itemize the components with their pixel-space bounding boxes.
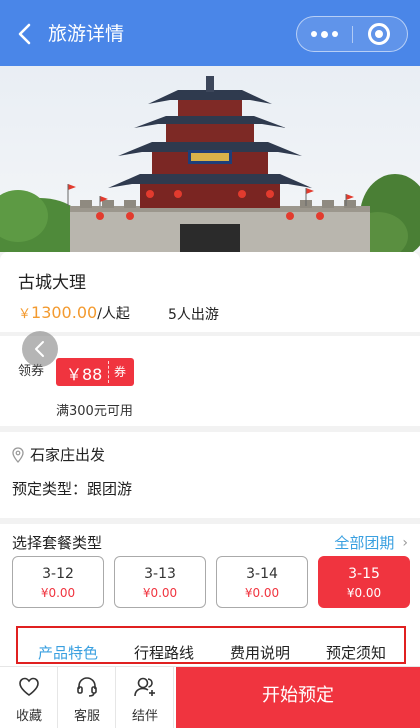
package-date: 3-15 — [348, 566, 380, 582]
price-unit: /人起 — [97, 306, 130, 322]
coupon-ticket[interactable]: ￥88 券 — [56, 358, 134, 386]
favorite-label: 收藏 — [15, 709, 42, 724]
coupon-condition: 满300元可用 — [56, 404, 133, 419]
top-navigation-bar: 旅游详情 — [0, 0, 420, 66]
capsule-close-icon[interactable] — [368, 23, 390, 45]
package-title: 选择套餐类型 — [12, 534, 103, 552]
back-arrow-icon[interactable] — [14, 20, 38, 48]
package-price: ¥0.00 — [244, 586, 280, 600]
companion-button[interactable]: 结伴 — [116, 667, 174, 728]
price-value: 1300.00 — [31, 303, 98, 322]
favorite-button[interactable]: 收藏 — [0, 667, 58, 728]
coupon-section: 领券 ￥88 券 满300元可用 — [0, 336, 420, 426]
start-booking-button[interactable]: 开始预定 — [176, 667, 420, 728]
package-date: 3-13 — [144, 566, 176, 582]
coupon-separator — [108, 361, 109, 383]
all-dates-link[interactable]: 全部团期 › — [334, 532, 408, 553]
package-option-3-12[interactable]: 3-12 ¥0.00 — [12, 556, 104, 608]
tab-itinerary[interactable]: 行程路线 — [134, 642, 194, 663]
product-name: 古城大理 — [18, 273, 86, 293]
bottom-action-bar: 收藏 客服 结伴 开始预定 — [0, 666, 420, 728]
chevron-right-icon: › — [402, 534, 408, 551]
package-option-3-13[interactable]: 3-13 ¥0.00 — [114, 556, 206, 608]
heart-icon — [19, 677, 39, 696]
booking-type: 预定类型：跟团游 — [12, 480, 133, 498]
tab-booking-notice[interactable]: 预定须知 — [326, 642, 386, 663]
capsule-divider — [352, 26, 353, 43]
detail-tabs: 产品特色 行程路线 费用说明 预定须知 — [16, 626, 406, 664]
scroll-left-button[interactable] — [22, 331, 58, 367]
page-title: 旅游详情 — [48, 23, 125, 45]
departure-section: 石家庄出发 预定类型：跟团游 — [0, 432, 420, 518]
headset-icon — [77, 677, 97, 697]
group-size: 5人出游 — [168, 307, 219, 323]
more-dots-icon[interactable] — [297, 17, 352, 51]
add-companion-icon — [134, 677, 155, 697]
customer-service-button[interactable]: 客服 — [58, 667, 116, 728]
package-price: ¥0.00 — [40, 586, 76, 600]
coupon-tag: 券 — [114, 365, 127, 379]
currency-symbol: ￥ — [18, 307, 32, 322]
package-price: ¥0.00 — [346, 586, 382, 600]
companion-label: 结伴 — [131, 709, 158, 724]
package-price: ¥0.00 — [142, 586, 178, 600]
mini-program-capsule — [296, 16, 408, 52]
product-info-card: 古城大理 ￥1300.00/人起 5人出游 — [0, 252, 420, 332]
package-option-3-15[interactable]: 3-15 ¥0.00 — [318, 556, 410, 608]
coupon-amount: ￥88 — [66, 365, 103, 384]
tab-fee-description[interactable]: 费用说明 — [230, 642, 290, 663]
chevron-left-icon — [35, 341, 44, 357]
customer-service-label: 客服 — [73, 709, 100, 724]
package-date: 3-12 — [42, 566, 74, 582]
package-date: 3-14 — [246, 566, 278, 582]
all-dates-label: 全部团期 — [334, 534, 395, 552]
package-option-3-14[interactable]: 3-14 ¥0.00 — [216, 556, 308, 608]
product-price: ￥1300.00/人起 — [18, 303, 130, 323]
tab-product-features[interactable]: 产品特色 — [38, 642, 98, 663]
departure-row: 石家庄出发 — [12, 444, 105, 465]
location-pin-icon — [12, 446, 24, 463]
hero-image — [0, 66, 420, 252]
departure-city: 石家庄出发 — [30, 446, 106, 464]
